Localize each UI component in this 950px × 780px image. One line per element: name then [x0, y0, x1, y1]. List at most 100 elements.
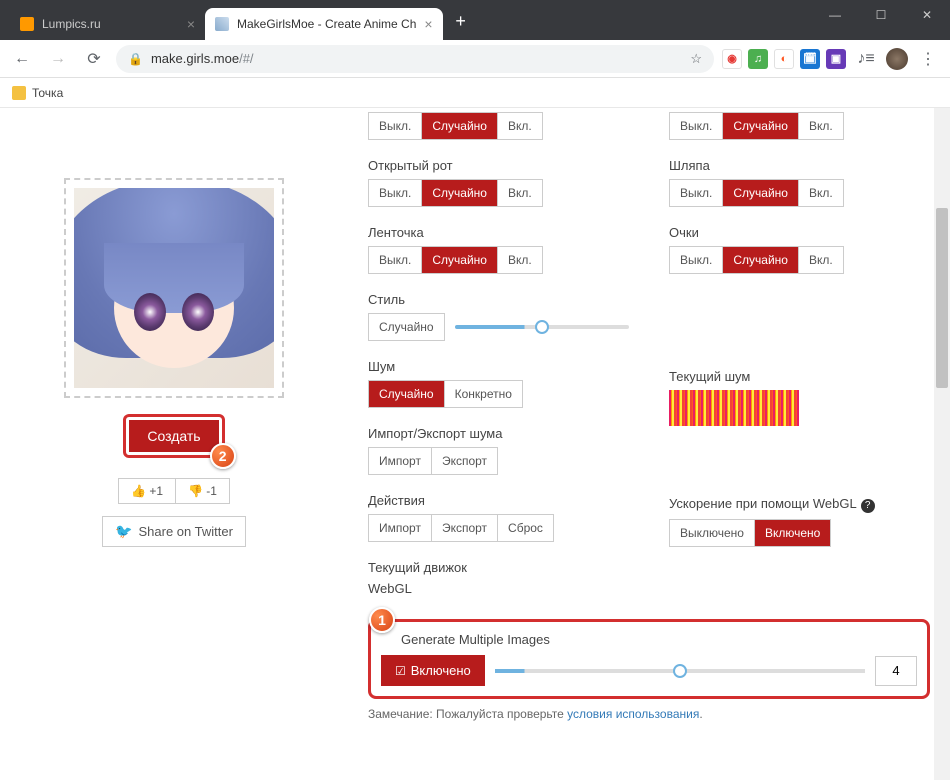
- generated-image-frame: [64, 178, 284, 398]
- options-panel: Выкл. Случайно Вкл. Открытый рот Выкл. С…: [348, 108, 950, 780]
- option-label: Действия: [368, 493, 629, 508]
- option-label: Текущий шум: [669, 369, 930, 384]
- toggle-random[interactable]: Случайно: [722, 247, 798, 273]
- terms-link[interactable]: условия использования: [567, 707, 699, 721]
- option-label: Импорт/Экспорт шума: [368, 426, 629, 441]
- multi-generate-highlight: 1 Generate Multiple Images ☑Включено: [368, 619, 930, 699]
- ext-icon[interactable]: ◐: [774, 49, 794, 69]
- minimize-button[interactable]: —: [812, 0, 858, 30]
- anime-image: [74, 188, 274, 388]
- export-button[interactable]: Экспорт: [431, 448, 497, 474]
- option-label: Ускорение при помощи WebGL?: [669, 496, 930, 513]
- toggle-off[interactable]: Выкл.: [670, 247, 722, 273]
- webgl-toggle: Выключено Включено: [669, 519, 831, 547]
- favicon-anime-icon: [215, 17, 229, 31]
- export-button[interactable]: Экспорт: [431, 515, 497, 541]
- browser-toolbar: ← → ⟳ 🔒 make.girls.moe/#/ ☆ ◉ ♫ ◐ 🗓 ▣ ♪≡…: [0, 40, 950, 78]
- ext-icon[interactable]: 🗓: [800, 49, 820, 69]
- favicon-orange-icon: [20, 17, 34, 31]
- new-tab-button[interactable]: +: [451, 11, 471, 32]
- menu-icon[interactable]: ⋮: [914, 45, 942, 73]
- close-icon[interactable]: ×: [187, 16, 195, 32]
- toggle-group: Выкл. Случайно Вкл.: [669, 112, 844, 140]
- ext-icon[interactable]: ▣: [826, 49, 846, 69]
- option-label: Ленточка: [368, 225, 629, 240]
- option-label: Открытый рот: [368, 158, 629, 173]
- terms-notice: Замечание: Пожалуйста проверьте условия …: [368, 707, 930, 721]
- upvote-button[interactable]: 👍 +1: [119, 479, 175, 503]
- folder-icon: [12, 86, 26, 100]
- browser-tab-bar: Lumpics.ru × MakeGirlsMoe - Create Anime…: [0, 0, 950, 40]
- webgl-disabled[interactable]: Выключено: [670, 520, 754, 546]
- toggle-random[interactable]: Случайно: [722, 180, 798, 206]
- option-label: Шляпа: [669, 158, 930, 173]
- toggle-off[interactable]: Выкл.: [369, 247, 421, 273]
- twitter-icon: 🐦: [115, 523, 132, 540]
- actions-group: Импорт Экспорт Сброс: [368, 514, 554, 542]
- share-twitter-button[interactable]: 🐦 Share on Twitter: [102, 516, 246, 547]
- star-icon[interactable]: ☆: [690, 51, 702, 67]
- toggle-group: Выкл. Случайно Вкл.: [368, 112, 543, 140]
- multi-gen-label: Generate Multiple Images: [401, 632, 917, 647]
- multi-enabled-button[interactable]: ☑Включено: [381, 655, 485, 686]
- noise-random[interactable]: Случайно: [369, 381, 444, 407]
- toggle-on[interactable]: Вкл.: [798, 247, 843, 273]
- extensions: ◉ ♫ ◐ 🗓 ▣ ♪≡ ⋮: [722, 45, 942, 73]
- generate-button[interactable]: Создать: [129, 420, 218, 452]
- multi-count-slider[interactable]: [495, 669, 865, 673]
- check-icon: ☑: [395, 664, 406, 678]
- option-label: Очки: [669, 225, 930, 240]
- toggle-off[interactable]: Выкл.: [670, 113, 722, 139]
- import-button[interactable]: Импорт: [369, 515, 431, 541]
- toggle-off[interactable]: Выкл.: [670, 180, 722, 206]
- page-content: Создать 2 👍 +1 👎 -1 🐦 Share on Twitter В…: [0, 108, 950, 780]
- toggle-random[interactable]: Случайно: [421, 180, 497, 206]
- close-icon[interactable]: ×: [424, 16, 432, 32]
- reset-button[interactable]: Сброс: [497, 515, 553, 541]
- avatar[interactable]: [886, 48, 908, 70]
- option-label: Шум: [368, 359, 629, 374]
- annotation-badge-1: 1: [369, 607, 395, 633]
- toggle-on[interactable]: Вкл.: [497, 113, 542, 139]
- option-label: Стиль: [368, 292, 629, 307]
- back-button[interactable]: ←: [8, 45, 36, 73]
- ext-icon[interactable]: ♫: [748, 49, 768, 69]
- ext-icon[interactable]: ◉: [722, 49, 742, 69]
- reading-list-icon[interactable]: ♪≡: [852, 45, 880, 73]
- noise-concrete[interactable]: Конкретно: [444, 381, 522, 407]
- toggle-on[interactable]: Вкл.: [798, 180, 843, 206]
- address-bar[interactable]: 🔒 make.girls.moe/#/ ☆: [116, 45, 714, 73]
- bookmark-item[interactable]: Точка: [32, 86, 63, 100]
- multi-count-input[interactable]: [875, 656, 917, 686]
- downvote-button[interactable]: 👎 -1: [175, 479, 229, 503]
- scrollbar[interactable]: [934, 108, 950, 780]
- toggle-random[interactable]: Случайно: [421, 113, 497, 139]
- toggle-random[interactable]: Случайно: [421, 247, 497, 273]
- toggle-on[interactable]: Вкл.: [497, 180, 542, 206]
- scroll-thumb[interactable]: [936, 208, 948, 388]
- toggle-on[interactable]: Вкл.: [497, 247, 542, 273]
- import-button[interactable]: Импорт: [369, 448, 431, 474]
- option-label: Текущий движок: [368, 560, 629, 575]
- style-value[interactable]: Случайно: [368, 313, 445, 341]
- annotation-badge-2: 2: [210, 443, 236, 469]
- webgl-enabled[interactable]: Включено: [754, 520, 830, 546]
- engine-value: WebGL: [368, 581, 629, 596]
- reload-button[interactable]: ⟳: [80, 45, 108, 73]
- hat-toggle: Выкл. Случайно Вкл.: [669, 179, 844, 207]
- url-path: /#/: [239, 51, 253, 66]
- ribbon-toggle: Выкл. Случайно Вкл.: [368, 246, 543, 274]
- close-window-button[interactable]: ✕: [904, 0, 950, 30]
- help-icon[interactable]: ?: [861, 499, 875, 513]
- bookmark-bar: Точка: [0, 78, 950, 108]
- toggle-random[interactable]: Случайно: [722, 113, 798, 139]
- style-slider[interactable]: [455, 325, 629, 329]
- forward-button[interactable]: →: [44, 45, 72, 73]
- url-domain: make.girls.moe: [151, 51, 239, 66]
- tab-lumpics[interactable]: Lumpics.ru ×: [10, 8, 205, 40]
- toggle-off[interactable]: Выкл.: [369, 180, 421, 206]
- toggle-on[interactable]: Вкл.: [798, 113, 843, 139]
- tab-makegirlsmoe[interactable]: MakeGirlsMoe - Create Anime Ch ×: [205, 8, 443, 40]
- maximize-button[interactable]: ☐: [858, 0, 904, 30]
- toggle-off[interactable]: Выкл.: [369, 113, 421, 139]
